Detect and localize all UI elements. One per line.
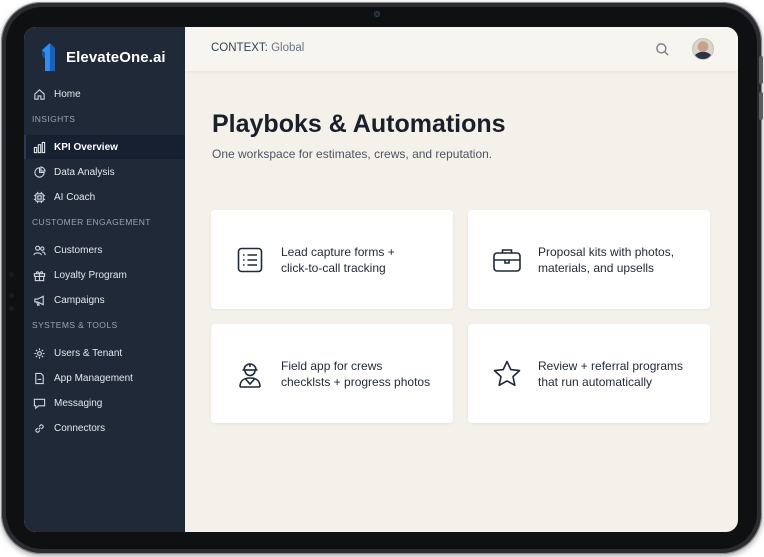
sidebar-item-label: Campaigns <box>54 294 105 306</box>
sidebar-item-label: App Management <box>54 372 133 384</box>
sidebar-item-label: Data Analysis <box>54 166 115 178</box>
feature-card-lead-capture[interactable]: Lead capture forms + click-to-call track… <box>211 210 453 309</box>
feature-card-text: Proposal kits with photos, materials, an… <box>538 244 674 276</box>
main-content: CONTEXT: Global Playboks & Automations O… <box>185 27 738 532</box>
sidebar-item-loyalty-program[interactable]: Loyalty Program <box>24 263 185 287</box>
sidebar-item-campaigns[interactable]: Campaigns <box>24 288 185 312</box>
sidebar-item-customers[interactable]: Customers <box>24 238 185 262</box>
sidebar-item-label: Users & Tenant <box>54 347 123 359</box>
brand-name: ElevateOne.ai <box>66 49 166 66</box>
sidebar-item-label: AI Coach <box>54 191 96 203</box>
feature-card-text: Lead capture forms + click-to-call track… <box>281 244 395 276</box>
sidebar-item-label: KPI Overview <box>54 141 118 153</box>
sidebar-item-kpi-overview[interactable]: KPI Overview <box>24 135 185 159</box>
page-subtitle: One workspace for estimates, crews, and … <box>212 147 493 161</box>
sidebar-item-label: Customers <box>54 244 103 256</box>
feature-card-text: Review + referral programs that run auto… <box>538 358 683 390</box>
bar-chart-icon <box>32 140 46 154</box>
sidebar-item-label: Loyalty Program <box>54 269 127 281</box>
volume-down-button <box>759 92 763 120</box>
sidebar-item-ai-coach[interactable]: AI Coach <box>24 185 185 209</box>
link-icon <box>32 421 46 435</box>
sensor-dot <box>9 272 14 277</box>
gear-icon <box>32 346 46 360</box>
screen: ElevateOne.ai Home INSIGHTS KPI Overview… <box>24 27 738 532</box>
star-icon <box>492 359 522 389</box>
chip-icon <box>32 190 46 204</box>
feature-card-proposal-kits[interactable]: Proposal kits with photos, materials, an… <box>468 210 710 309</box>
sidebar-item-messaging[interactable]: Messaging <box>24 391 185 415</box>
home-icon <box>32 87 46 101</box>
sidebar-item-app-management[interactable]: App Management <box>24 366 185 390</box>
user-avatar[interactable] <box>692 38 714 60</box>
pie-chart-icon <box>32 165 46 179</box>
camera-icon <box>374 11 380 17</box>
feature-card-line: materials, and upsells <box>538 260 655 275</box>
sidebar-item-home[interactable]: Home <box>24 82 185 106</box>
feature-card-line: checklsts + progress photos <box>281 374 431 389</box>
feature-card-review-referral[interactable]: Review + referral programs that run auto… <box>468 324 710 423</box>
feature-card-text: Field app for crews checklsts + progress… <box>281 358 430 390</box>
context-value: Global <box>271 42 305 54</box>
feature-card-line: Review + referral programs <box>538 358 684 373</box>
brand-logo-icon <box>42 43 55 71</box>
section-label-insights: INSIGHTS <box>32 114 76 124</box>
users-icon <box>32 243 46 257</box>
document-icon <box>32 371 46 385</box>
sidebar-item-label: Messaging <box>54 397 103 409</box>
sidebar-item-label: Home <box>54 88 81 100</box>
section-label-customer-engagement: CUSTOMER ENGAGEMENT <box>32 217 151 227</box>
feature-card-line: Field app for crews <box>281 358 383 373</box>
volume-up-button <box>759 56 763 84</box>
sensor-dot <box>9 306 14 311</box>
brand-suffix: .ai <box>148 48 166 66</box>
sidebar: ElevateOne.ai Home INSIGHTS KPI Overview… <box>24 27 185 532</box>
search-button[interactable] <box>653 40 671 58</box>
sidebar-item-label: Connectors <box>54 422 106 434</box>
search-icon <box>655 42 669 56</box>
feature-card-line: Proposal kits with photos, <box>538 244 675 259</box>
sidebar-item-users-tenant[interactable]: Users & Tenant <box>24 341 185 365</box>
context-label: CONTEXT: <box>211 42 268 54</box>
page-title: Playboks & Automations <box>212 110 506 138</box>
feature-card-line: click-to-call tracking <box>281 260 386 275</box>
gift-icon <box>32 268 46 282</box>
worker-icon <box>235 359 265 389</box>
brand-name-text: ElevateOne <box>66 48 149 66</box>
feature-card-line: that run automatically <box>538 374 653 389</box>
chat-icon <box>32 396 46 410</box>
section-label-systems-tools: SYSTEMS & TOOLS <box>32 320 118 330</box>
briefcase-icon <box>492 245 522 275</box>
sidebar-item-connectors[interactable]: Connectors <box>24 416 185 440</box>
list-icon <box>235 245 265 275</box>
brand[interactable]: ElevateOne.ai <box>40 41 166 73</box>
megaphone-icon <box>32 293 46 307</box>
feature-card-line: Lead capture forms + <box>281 244 395 259</box>
topbar: CONTEXT: Global <box>185 27 738 71</box>
context-indicator[interactable]: CONTEXT: Global <box>211 42 304 54</box>
sensor-dot <box>9 293 14 298</box>
feature-card-field-app[interactable]: Field app for crews checklsts + progress… <box>211 324 453 423</box>
sidebar-item-data-analysis[interactable]: Data Analysis <box>24 160 185 184</box>
